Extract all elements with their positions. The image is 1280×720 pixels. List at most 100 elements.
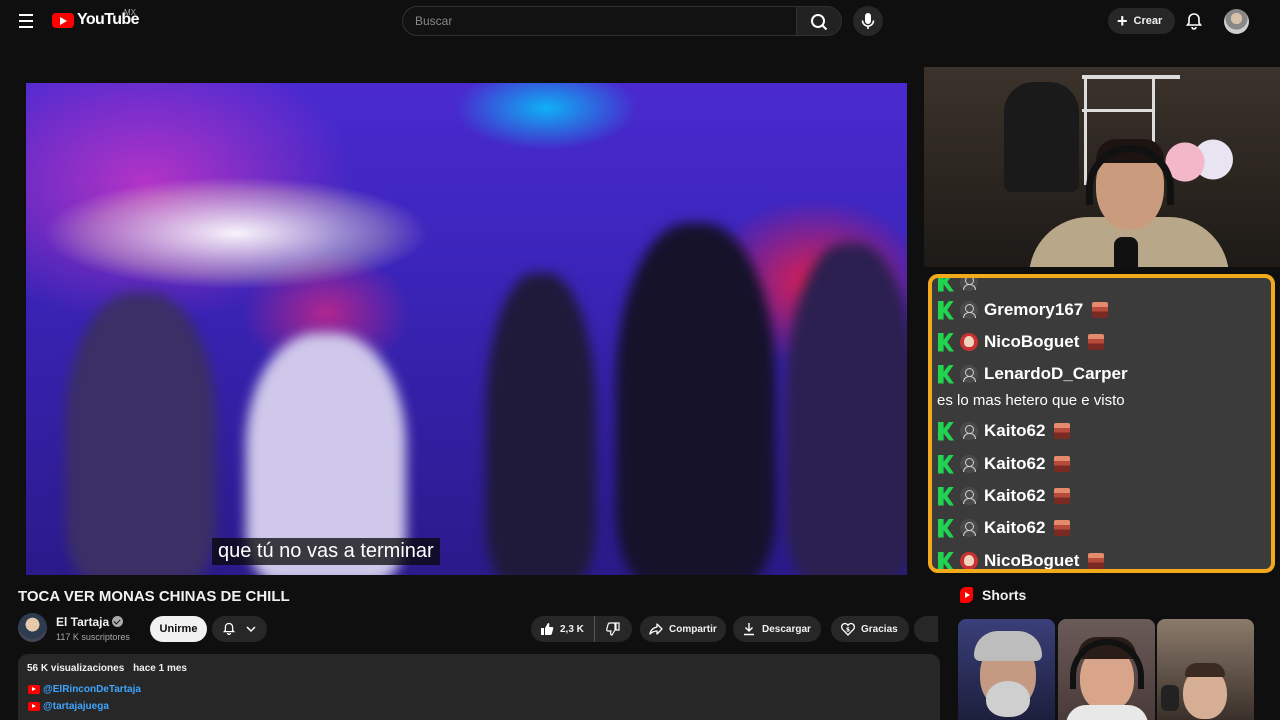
kick-icon [938,518,954,538]
thanks-button[interactable]: $ Gracias [831,616,909,642]
microphone-icon [861,13,875,29]
emote-badge-icon [1054,423,1071,439]
emote-badge-icon [1088,553,1105,569]
plus-icon: + [1117,11,1128,31]
chat-username: Gremory167 [984,300,1084,319]
emote-badge-icon [1054,456,1071,472]
upload-date: hace 1 mes [133,663,187,674]
notifications-button[interactable] [1183,10,1205,32]
kick-icon [938,421,954,441]
description-channel-link[interactable]: @tartajajuega [28,701,109,712]
svg-text:$: $ [846,627,850,634]
download-label: Descargar [762,623,811,635]
chat-username: Kaito62 [984,421,1046,440]
chat-username: Kaito62 [984,518,1046,537]
emote-badge-icon [1092,302,1109,318]
more-actions-button[interactable] [914,616,938,642]
video-figure [616,223,776,575]
like-button[interactable]: 2,3 K [531,616,595,642]
description-channel-link[interactable]: @ElRinconDeTartaja [28,684,141,695]
menu-icon[interactable] [14,10,38,32]
short-thumbnail[interactable] [958,619,1055,720]
notification-settings-button[interactable] [212,616,267,642]
chat-row: NicoBoguet [938,328,1105,356]
region-code: MX [124,8,136,17]
short-thumbnail[interactable] [1157,619,1254,720]
channel-name: El Tartaja [56,615,110,629]
account-avatar[interactable] [1224,9,1249,34]
voice-search-button[interactable] [853,6,883,36]
short-shirt [1066,705,1148,720]
video-figure [66,293,216,575]
chat-username: NicoBoguet [984,551,1080,570]
chat-username: Kaito62 [984,454,1046,473]
chat-row: Kaito62 [938,417,1071,445]
short-beard [986,681,1030,717]
share-label: Compartir [669,623,717,635]
search-button[interactable] [796,6,842,36]
shorts-icon [960,587,973,603]
user-avatar-icon [960,422,978,440]
search-box [402,6,796,36]
bell-icon [1185,13,1203,30]
chat-row: NicoBoguet [938,547,1105,570]
kick-icon [938,364,954,384]
youtube-icon [28,685,40,694]
search-input[interactable] [403,7,796,35]
chat-row: Kaito62 [938,514,1071,542]
thanks-label: Gracias [861,623,898,635]
thanks-heart-icon: $ [840,622,856,636]
kick-icon [938,300,954,320]
channel-name-link[interactable]: El Tartaja [56,615,124,629]
video-stats: 56 K visualizaciones hace 1 mes [27,663,193,674]
user-avatar-icon [960,365,978,383]
emote-badge-icon [1088,334,1105,350]
subscriber-count: 117 K suscriptores [56,632,130,642]
chat-overlay: Gremory167 NicoBoguet LenardoD_Carper es… [928,274,1275,573]
video-title: TOCA VER MONAS CHINAS DE CHILL [18,588,290,605]
create-button[interactable]: + Crear [1108,8,1175,34]
chat-row: Kaito62 [938,450,1071,478]
kick-icon [938,551,954,569]
download-button[interactable]: Descargar [733,616,821,642]
video-player[interactable] [26,83,907,575]
skull-avatar-icon [960,552,978,569]
video-figure [786,243,907,575]
dislike-button[interactable] [595,616,631,642]
jacket [1004,82,1079,192]
emote-badge-icon [1054,488,1071,504]
user-avatar-icon [960,487,978,505]
video-subtitle: que tú no vas a terminar [212,538,440,565]
youtube-logo[interactable]: YouTube MX [52,8,139,29]
channel-handle: @ElRinconDeTartaja [43,684,141,695]
bell-icon [223,622,235,635]
short-thumbnail[interactable] [1058,619,1155,720]
user-avatar-icon [960,519,978,537]
user-avatar-icon [960,301,978,319]
chevron-down-icon [246,626,256,633]
short-hair [1185,663,1225,677]
video-figure [486,273,596,575]
channel-avatar[interactable] [18,613,47,642]
user-avatar-icon [960,278,978,291]
shelf [1082,109,1152,112]
user-avatar-icon [960,455,978,473]
shelf [1084,75,1087,185]
description-box[interactable]: 56 K visualizaciones hace 1 mes @ElRinco… [18,654,940,720]
chat-row: Kaito62 [938,482,1071,510]
channel-handle: @tartajajuega [43,701,109,712]
chat-row [938,278,978,296]
short-headset [1161,685,1179,711]
kick-icon [938,278,954,292]
chat-username: NicoBoguet [984,332,1080,351]
microphone [1114,237,1138,267]
chat-message: es lo mas hetero que e visto [937,392,1125,409]
youtube-icon [28,702,40,711]
youtube-play-icon [52,12,74,28]
share-button[interactable]: Compartir [640,616,726,642]
like-dislike-group: 2,3 K [531,616,632,642]
view-count: 56 K visualizaciones [27,663,125,674]
chat-username: Kaito62 [984,486,1046,505]
search-icon [811,14,828,31]
join-button[interactable]: Unirme [150,616,207,642]
